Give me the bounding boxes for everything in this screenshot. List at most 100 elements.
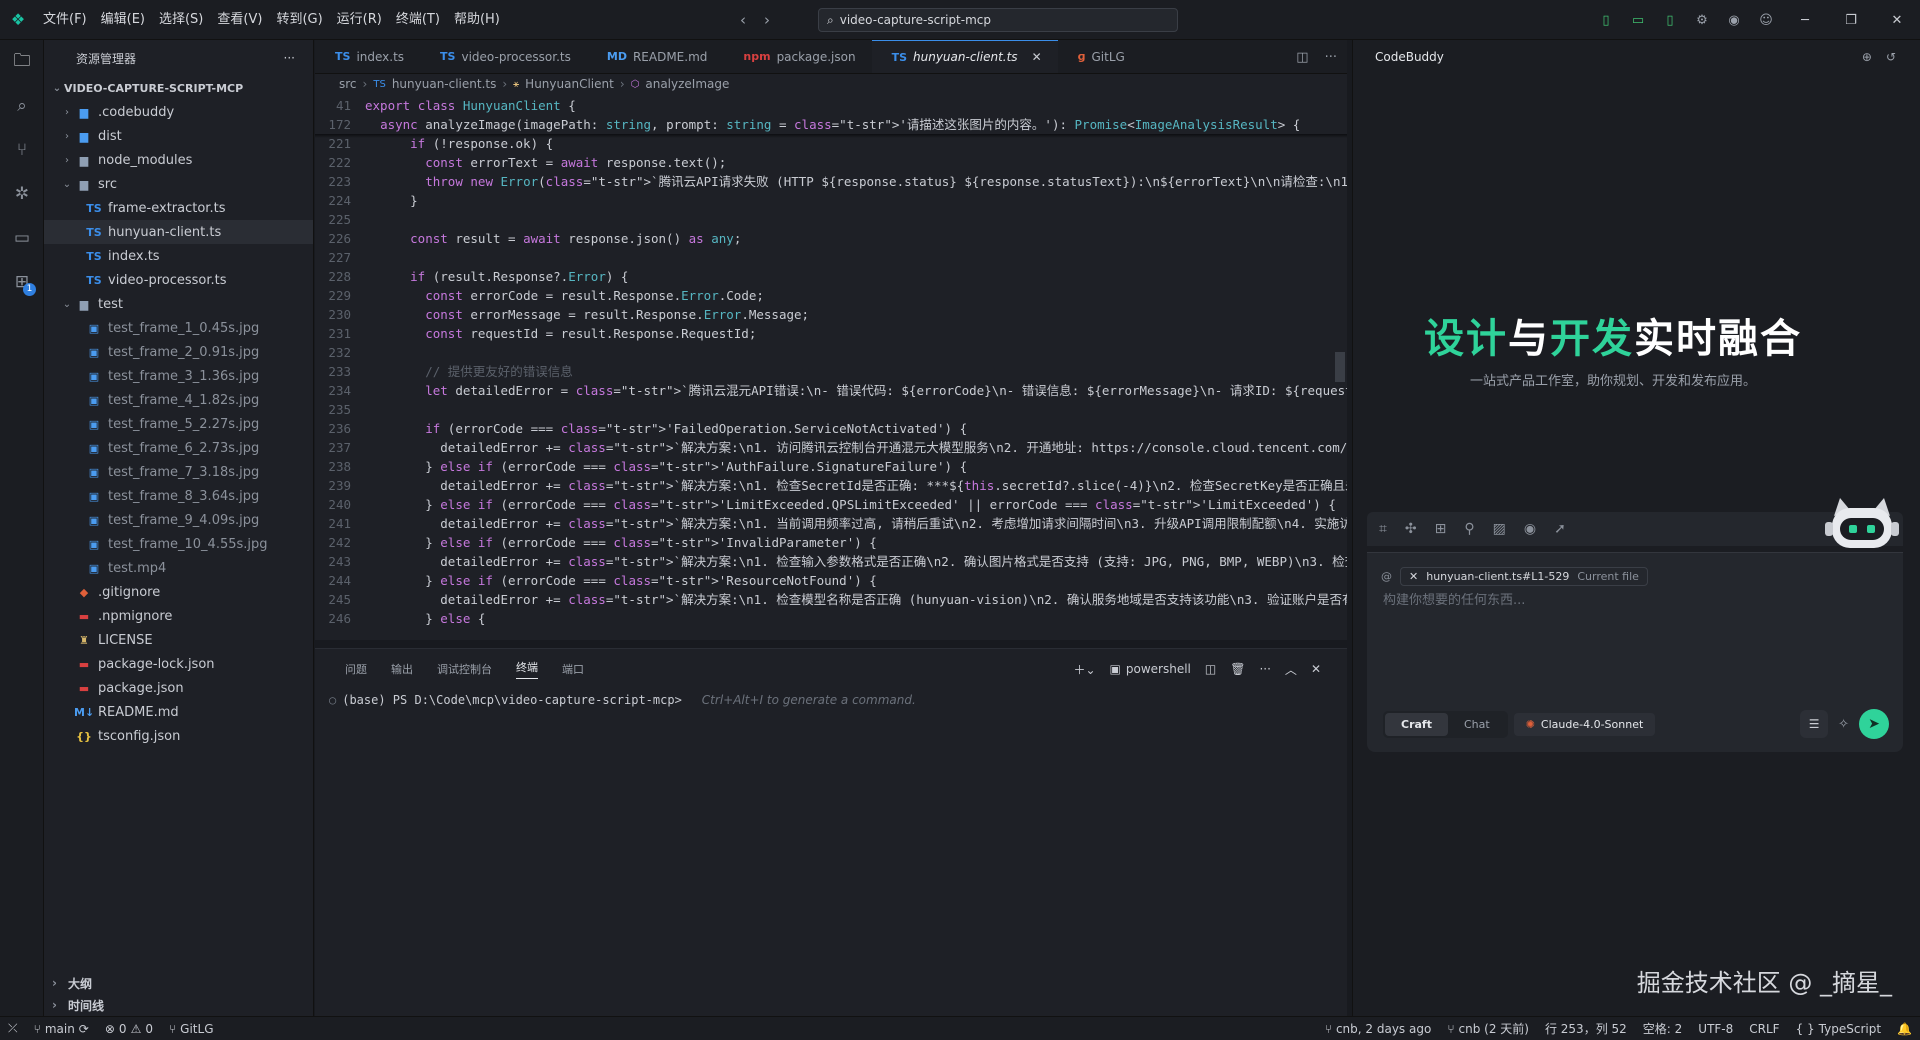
menu-item[interactable]: 编辑(E) (94, 0, 152, 40)
tree-item[interactable]: ▬ package-lock.json (44, 652, 313, 676)
panel-tab[interactable]: 端口 (562, 661, 584, 677)
image-icon[interactable]: ▨ (1493, 521, 1506, 537)
new-terminal-icon[interactable]: ＋⌄ (1073, 661, 1095, 678)
breadcrumb-item[interactable]: analyzeImage (645, 77, 729, 91)
explorer-icon[interactable]: 🗀 (0, 40, 44, 84)
tree-item[interactable]: TS index.ts (44, 244, 313, 268)
menu-item[interactable]: 文件(F) (36, 0, 94, 40)
tree-item[interactable]: ▣ test.mp4 (44, 556, 313, 580)
tree-item[interactable]: ⌄ ▆ src (44, 172, 313, 196)
history-icon[interactable]: ↺ (1886, 50, 1896, 64)
more-actions-icon[interactable]: ··· (1325, 50, 1337, 65)
split-editor-icon[interactable]: ◫ (1296, 50, 1308, 65)
split-terminal-icon[interactable]: ◫ (1205, 662, 1216, 676)
rules-icon[interactable]: ☰ (1800, 710, 1829, 738)
tree-item[interactable]: ▣ test_frame_6_2.73s.jpg (44, 436, 313, 460)
tree-item[interactable]: ▣ test_frame_3_1.36s.jpg (44, 364, 313, 388)
chat-input[interactable] (1383, 593, 1883, 608)
model-selector[interactable]: ✺ Claude-4.0-Sonnet (1513, 712, 1656, 736)
timeline-section[interactable]: › 时间线 (44, 994, 314, 1016)
editor-scrollbar[interactable] (1333, 96, 1347, 640)
more-actions-icon[interactable]: ··· (1259, 662, 1270, 676)
restore-button[interactable]: ❐ (1828, 13, 1874, 28)
close-window-button[interactable]: ✕ (1874, 13, 1920, 28)
source-control-icon[interactable]: ⑂ (0, 128, 44, 172)
problems-status[interactable]: ⊗ 0 ⚠ 0 (97, 1022, 161, 1036)
context-chip[interactable]: ✕ hunyuan-client.ts#L1-529 Current file (1400, 567, 1648, 586)
breadcrumb-item[interactable]: src (339, 77, 357, 91)
close-panel-icon[interactable]: ✕ (1311, 662, 1321, 676)
tree-item[interactable]: › ▆ .codebuddy (44, 100, 313, 124)
tree-item[interactable]: ▣ test_frame_5_2.27s.jpg (44, 412, 313, 436)
terminal-line[interactable]: ○ (base) PS D:\Code\mcp\video-capture-sc… (329, 693, 916, 707)
tree-item[interactable]: M↓ README.md (44, 700, 313, 724)
tree-item[interactable]: TS frame-extractor.ts (44, 196, 313, 220)
blame-status-cn[interactable]: ⑂ cnb (2 天前) (1439, 1020, 1537, 1037)
menu-item[interactable]: 转到(G) (269, 0, 329, 40)
bell-icon[interactable]: 🔔 (1889, 1022, 1920, 1036)
mode-chat-button[interactable]: Chat (1448, 713, 1506, 736)
editor-tab[interactable]: TS video-processor.ts (420, 40, 587, 73)
minimize-button[interactable]: ─ (1782, 13, 1828, 28)
toggle-sidebar-icon[interactable]: ▯ (1590, 13, 1622, 28)
panel-tab[interactable]: 终端 (516, 659, 538, 679)
outline-section[interactable]: › 大纲 (44, 972, 314, 994)
tree-item[interactable]: ◆ .gitignore (44, 580, 313, 604)
forward-arrow-icon[interactable]: › (764, 11, 770, 29)
remote-explorer-icon[interactable]: ▭ (0, 216, 44, 260)
scrollbar-thumb[interactable] (1335, 352, 1345, 382)
menu-item[interactable]: 帮助(H) (447, 0, 507, 40)
line-ending[interactable]: CRLF (1741, 1022, 1787, 1036)
tree-item[interactable]: ▣ test_frame_8_3.64s.jpg (44, 484, 313, 508)
tree-item[interactable]: ▣ test_frame_9_4.09s.jpg (44, 508, 313, 532)
command-search[interactable]: ⌕ video-capture-script-mcp (818, 8, 1178, 32)
debug-icon[interactable]: ✲ (0, 172, 44, 216)
gitlg-status[interactable]: ⑂ GitLG (161, 1022, 222, 1036)
more-actions-icon[interactable]: ··· (284, 51, 295, 65)
editor-tab[interactable]: MD README.md (587, 40, 724, 73)
indentation[interactable]: 空格: 2 (1635, 1020, 1691, 1037)
editor-tab[interactable]: npm package.json (723, 40, 871, 73)
panel-tab[interactable]: 问题 (345, 661, 367, 677)
tree-item[interactable]: › ▆ node_modules (44, 148, 313, 172)
explorer-root-folder[interactable]: ⌄ VIDEO-CAPTURE-SCRIPT-MCP (44, 76, 313, 100)
tree-item[interactable]: ▣ test_frame_10_4.55s.jpg (44, 532, 313, 556)
eye-icon[interactable]: ◉ (1524, 521, 1536, 537)
breadcrumb-item[interactable]: HunyuanClient (525, 77, 614, 91)
editor-tab[interactable]: TS index.ts (315, 40, 420, 73)
panel-tab[interactable]: 输出 (391, 661, 413, 677)
menu-item[interactable]: 查看(V) (210, 0, 269, 40)
account-icon[interactable]: ☺ (1750, 13, 1782, 28)
tree-item[interactable]: ♜ LICENSE (44, 628, 313, 652)
gear-icon[interactable]: ⚙ (1686, 13, 1718, 28)
close-tab-icon[interactable]: ✕ (1032, 50, 1042, 64)
link-icon[interactable]: ⚲ (1464, 521, 1474, 537)
at-mention-icon[interactable]: @ (1381, 570, 1392, 583)
branch-status[interactable]: ⑂ main ⟳ (26, 1022, 97, 1036)
tree-item[interactable]: {} tsconfig.json (44, 724, 313, 748)
tree-item[interactable]: ▣ test_frame_7_3.18s.jpg (44, 460, 313, 484)
menu-item[interactable]: 终端(T) (389, 0, 447, 40)
tree-item[interactable]: TS video-processor.ts (44, 268, 313, 292)
menu-item[interactable]: 选择(S) (152, 0, 210, 40)
encoding[interactable]: UTF-8 (1690, 1022, 1741, 1036)
new-chat-icon[interactable]: ⊕ (1862, 50, 1872, 64)
tree-item[interactable]: ▣ test_frame_1_0.45s.jpg (44, 316, 313, 340)
panel-tab[interactable]: 调试控制台 (437, 661, 492, 677)
menu-item[interactable]: 运行(R) (330, 0, 389, 40)
editor-tab[interactable]: TS hunyuan-client.ts ✕ (871, 40, 1058, 73)
remote-indicator-icon[interactable]: ⤫ (0, 1021, 26, 1036)
extensions-icon[interactable]: ⊞ 1 (0, 260, 44, 304)
copilot-icon[interactable]: ◉ (1718, 13, 1750, 28)
tree-item[interactable]: ▬ .npmignore (44, 604, 313, 628)
mode-craft-button[interactable]: Craft (1385, 712, 1448, 736)
send-button[interactable]: ➤ (1859, 709, 1889, 739)
figma-icon[interactable]: ⌗ (1379, 521, 1387, 537)
remove-context-icon[interactable]: ✕ (1409, 570, 1418, 583)
cursor-position[interactable]: 行 253，列 52 (1537, 1020, 1635, 1037)
sparkle-icon[interactable]: ✧ (1838, 717, 1849, 732)
toggle-secondary-sidebar-icon[interactable]: ▯ (1654, 13, 1686, 28)
trash-icon[interactable]: 🗑 (1230, 662, 1245, 676)
search-icon[interactable]: ⌕ (0, 84, 44, 128)
blame-status[interactable]: ⑂ cnb, 2 days ago (1317, 1022, 1440, 1036)
